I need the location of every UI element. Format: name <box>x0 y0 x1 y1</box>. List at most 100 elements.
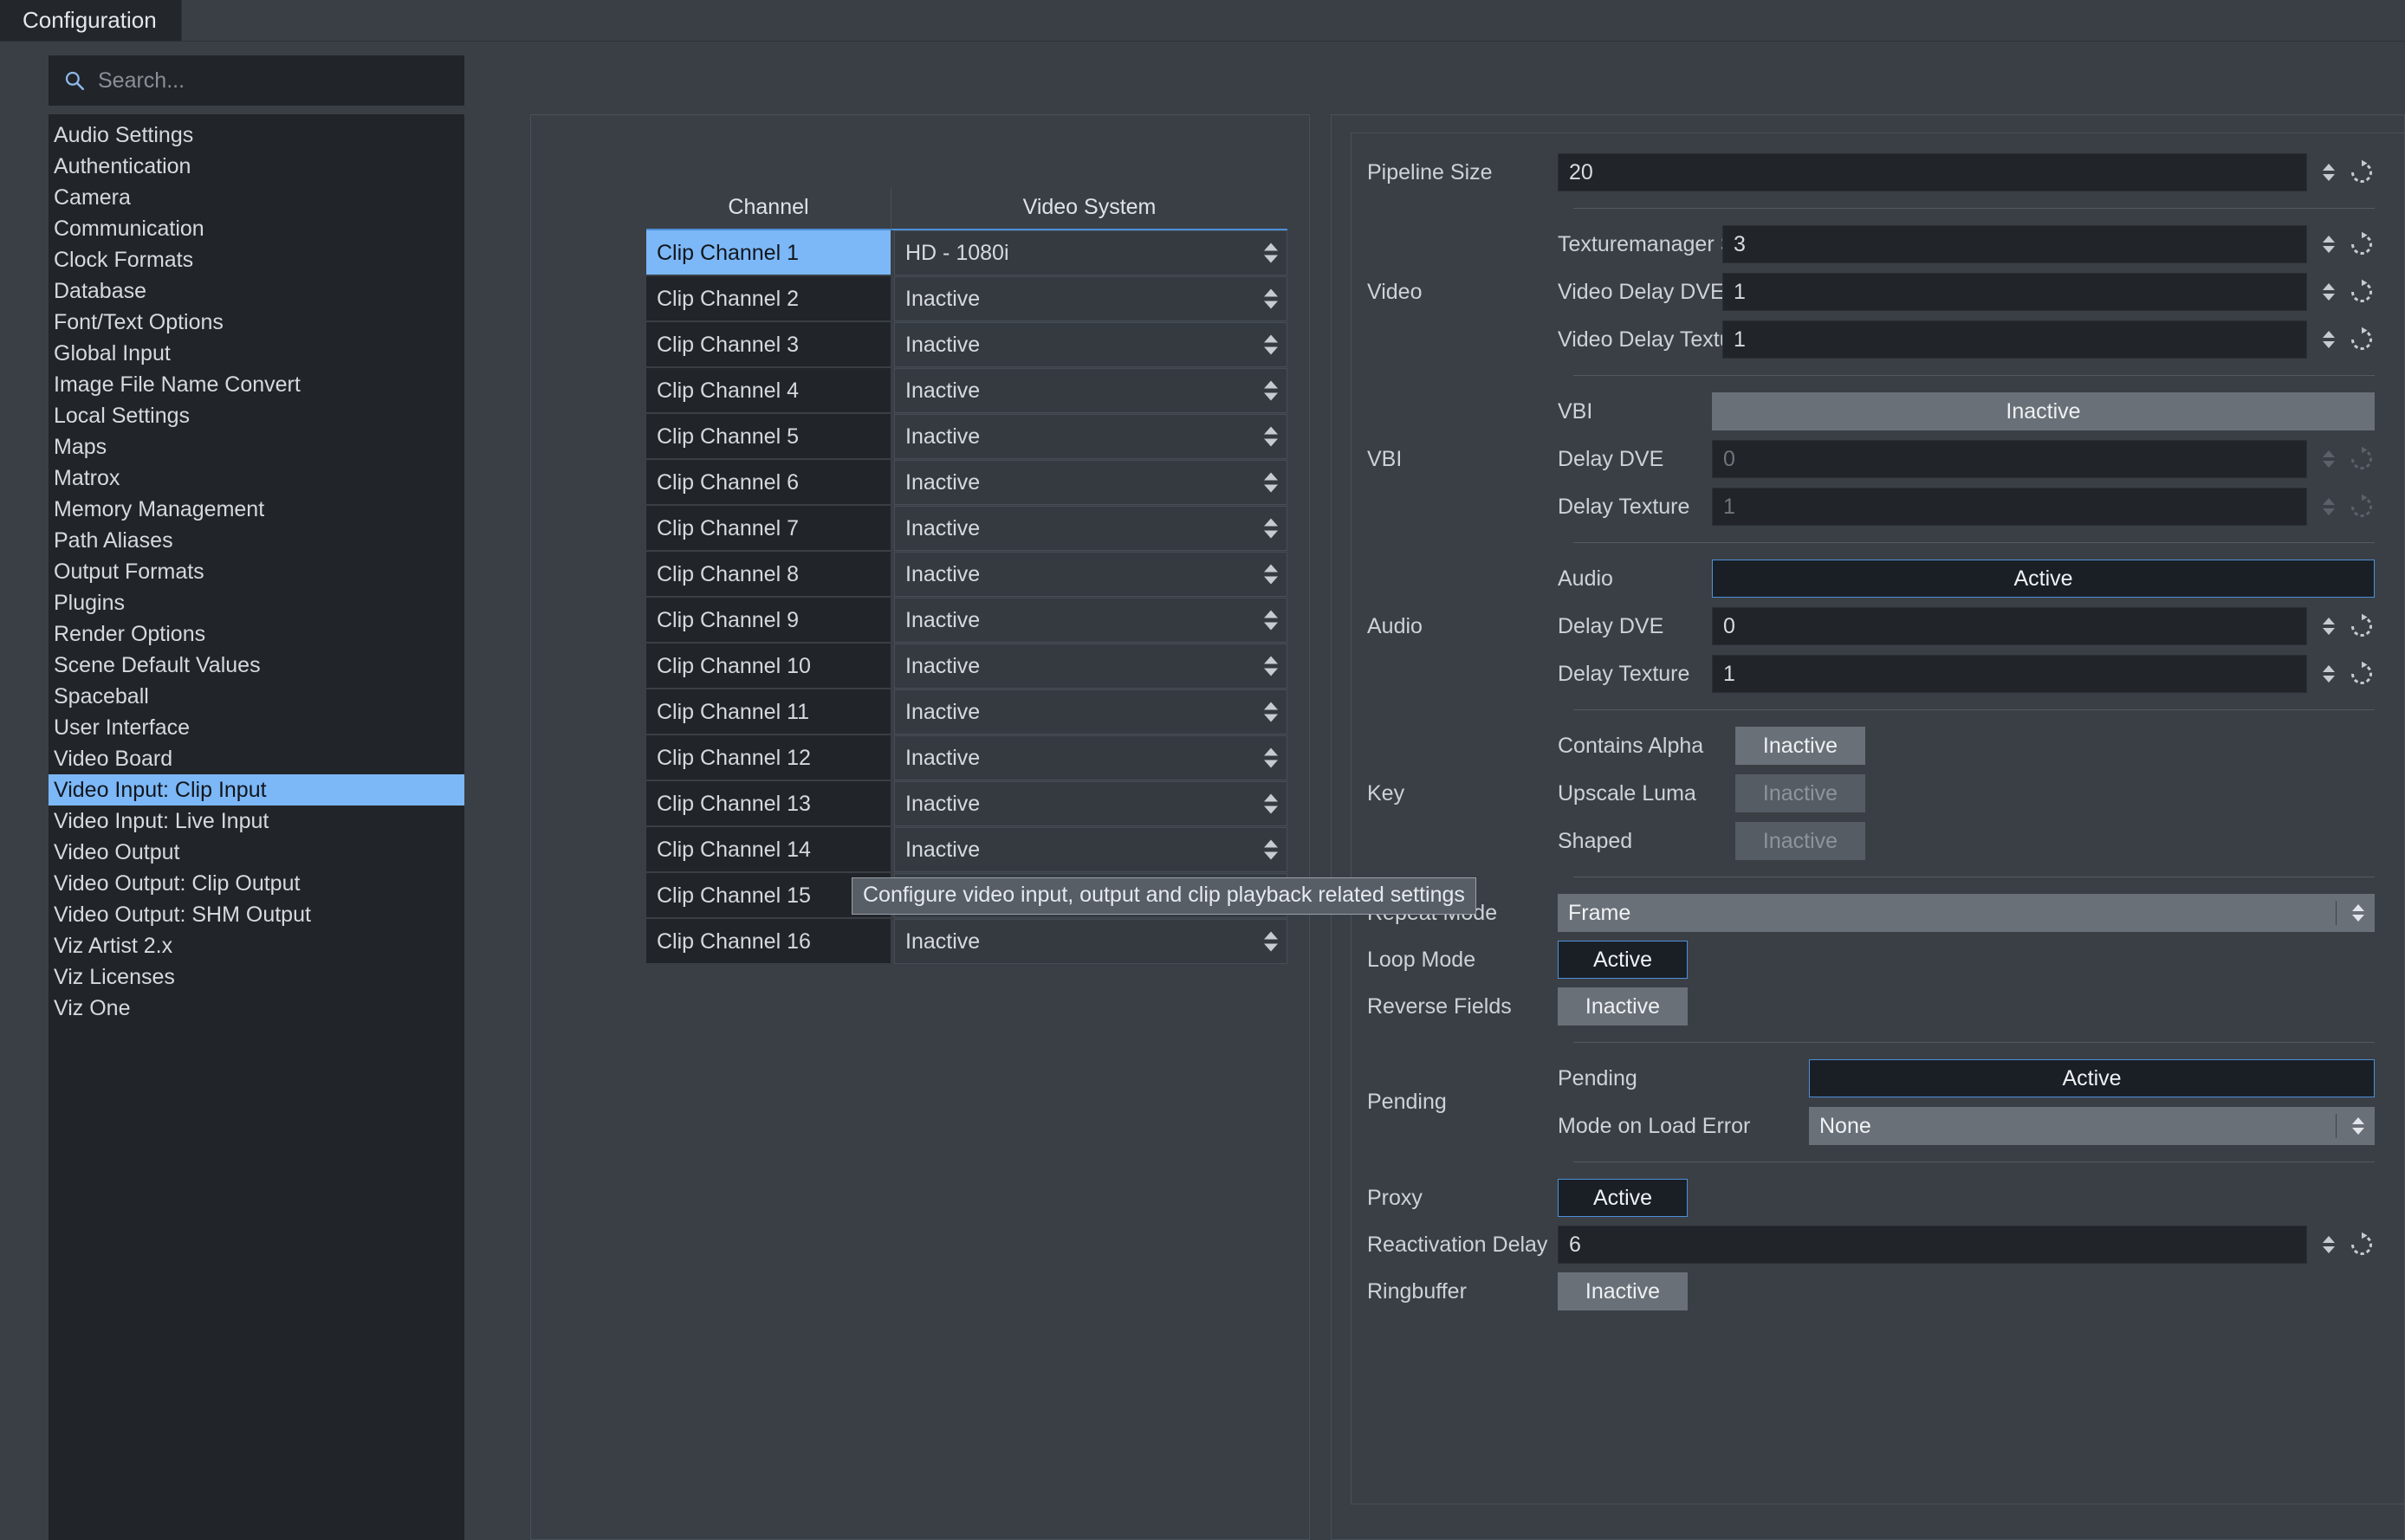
sidebar-item-path-aliases[interactable]: Path Aliases <box>49 525 464 556</box>
channel-name-cell[interactable]: Clip Channel 14 <box>646 827 891 872</box>
channel-name-cell[interactable]: Clip Channel 2 <box>646 276 891 321</box>
video-system-select[interactable]: Inactive <box>894 460 1287 505</box>
channel-name-cell[interactable]: Clip Channel 12 <box>646 735 891 780</box>
video-system-select[interactable]: Inactive <box>894 644 1287 689</box>
video-system-select[interactable]: Inactive <box>894 781 1287 826</box>
contains-alpha-button[interactable]: Inactive <box>1735 727 1865 765</box>
sidebar-item-scene-default-values[interactable]: Scene Default Values <box>49 650 464 681</box>
chevron-updown-icon[interactable] <box>1264 472 1278 493</box>
table-row[interactable]: Clip Channel 5 Inactive <box>646 414 1287 460</box>
table-row[interactable]: Clip Channel 7 Inactive <box>646 506 1287 552</box>
sidebar-item-video-output-clip-output[interactable]: Video Output: Clip Output <box>49 868 464 899</box>
video-system-select[interactable]: HD - 1080i <box>894 230 1287 275</box>
reset-icon[interactable] <box>2349 327 2375 353</box>
video-delay-dve-stepper[interactable] <box>2323 283 2335 301</box>
video-delay-dve-input[interactable]: 1 <box>1722 273 2307 311</box>
chevron-updown-icon[interactable] <box>1264 793 1278 814</box>
reset-icon[interactable] <box>2349 231 2375 257</box>
reset-icon[interactable] <box>2349 159 2375 185</box>
table-row[interactable]: Clip Channel 11 Inactive <box>646 689 1287 735</box>
channel-name-cell[interactable]: Clip Channel 4 <box>646 368 891 413</box>
reset-icon[interactable] <box>2349 279 2375 305</box>
table-row[interactable]: Clip Channel 10 Inactive <box>646 644 1287 689</box>
audio-delay-dve-input[interactable]: 0 <box>1712 607 2307 645</box>
video-system-select[interactable]: Inactive <box>894 322 1287 367</box>
tab-configuration[interactable]: Configuration <box>0 0 182 41</box>
sidebar-item-output-formats[interactable]: Output Formats <box>49 556 464 587</box>
proxy-button[interactable]: Active <box>1558 1179 1688 1217</box>
table-row[interactable]: Clip Channel 14 Inactive <box>646 827 1287 873</box>
sidebar-item-viz-licenses[interactable]: Viz Licenses <box>49 961 464 993</box>
sidebar-item-communication[interactable]: Communication <box>49 213 464 244</box>
table-row[interactable]: Clip Channel 4 Inactive <box>646 368 1287 414</box>
pipeline-size-stepper[interactable] <box>2323 164 2335 181</box>
sidebar-item-audio-settings[interactable]: Audio Settings <box>49 120 464 151</box>
chevron-updown-icon[interactable] <box>2352 1117 2364 1135</box>
sidebar-item-video-input-clip-input[interactable]: Video Input: Clip Input <box>49 774 464 806</box>
channel-name-cell[interactable]: Clip Channel 7 <box>646 506 891 551</box>
video-system-select[interactable]: Inactive <box>894 414 1287 459</box>
channel-name-cell[interactable]: Clip Channel 9 <box>646 598 891 643</box>
video-system-select[interactable]: Inactive <box>894 735 1287 780</box>
sidebar-item-image-file-name-convert[interactable]: Image File Name Convert <box>49 369 464 400</box>
repeat-mode-select[interactable]: Frame <box>1558 894 2375 932</box>
reset-icon[interactable] <box>2349 613 2375 639</box>
reactivation-delay-input[interactable]: 6 <box>1558 1226 2307 1264</box>
table-row[interactable]: Clip Channel 9 Inactive <box>646 598 1287 644</box>
sidebar-item-plugins[interactable]: Plugins <box>49 587 464 618</box>
audio-toggle-button[interactable]: Active <box>1712 560 2375 598</box>
chevron-updown-icon[interactable] <box>1264 610 1278 631</box>
channel-name-cell[interactable]: Clip Channel 11 <box>646 689 891 734</box>
chevron-updown-icon[interactable] <box>1264 334 1278 355</box>
channel-name-cell[interactable]: Clip Channel 10 <box>646 644 891 689</box>
sidebar-item-user-interface[interactable]: User Interface <box>49 712 464 743</box>
channel-name-cell[interactable]: Clip Channel 16 <box>646 919 891 964</box>
channel-name-cell[interactable]: Clip Channel 1 <box>646 230 891 275</box>
video-system-select[interactable]: Inactive <box>894 827 1287 872</box>
sidebar-item-font-text-options[interactable]: Font/Text Options <box>49 307 464 338</box>
chevron-updown-icon[interactable] <box>1264 564 1278 585</box>
texturemanager-size-input[interactable]: 3 <box>1722 225 2307 263</box>
sidebar-item-camera[interactable]: Camera <box>49 182 464 213</box>
sidebar-item-viz-one[interactable]: Viz One <box>49 993 464 1024</box>
texturemanager-size-stepper[interactable] <box>2323 236 2335 253</box>
table-row[interactable]: Clip Channel 1 HD - 1080i <box>646 230 1287 276</box>
chevron-updown-icon[interactable] <box>1264 702 1278 722</box>
search-box[interactable] <box>49 55 464 106</box>
audio-delay-texture-stepper[interactable] <box>2323 665 2335 683</box>
audio-delay-texture-input[interactable]: 1 <box>1712 655 2307 693</box>
video-system-select[interactable]: Inactive <box>894 919 1287 964</box>
vbi-toggle-button[interactable]: Inactive <box>1712 392 2375 430</box>
chevron-updown-icon[interactable] <box>1264 656 1278 676</box>
sidebar-item-spaceball[interactable]: Spaceball <box>49 681 464 712</box>
mode-on-load-error-select[interactable]: None <box>1809 1107 2375 1145</box>
video-system-select[interactable]: Inactive <box>894 506 1287 551</box>
video-system-select[interactable]: Inactive <box>894 276 1287 321</box>
table-row[interactable]: Clip Channel 12 Inactive <box>646 735 1287 781</box>
chevron-updown-icon[interactable] <box>1264 747 1278 768</box>
chevron-updown-icon[interactable] <box>1264 380 1278 401</box>
video-system-select[interactable]: Inactive <box>894 552 1287 597</box>
audio-delay-dve-stepper[interactable] <box>2323 618 2335 635</box>
chevron-updown-icon[interactable] <box>1264 518 1278 539</box>
reset-icon[interactable] <box>2349 1232 2375 1258</box>
loop-mode-button[interactable]: Active <box>1558 941 1688 979</box>
table-row[interactable]: Clip Channel 13 Inactive <box>646 781 1287 827</box>
reverse-fields-button[interactable]: Inactive <box>1558 987 1688 1026</box>
chevron-updown-icon[interactable] <box>1264 288 1278 309</box>
chevron-updown-icon[interactable] <box>1264 243 1278 263</box>
video-system-select[interactable]: Inactive <box>894 368 1287 413</box>
search-input[interactable] <box>98 68 450 94</box>
table-row[interactable]: Clip Channel 3 Inactive <box>646 322 1287 368</box>
reset-icon[interactable] <box>2349 661 2375 687</box>
channel-name-cell[interactable]: Clip Channel 3 <box>646 322 891 367</box>
chevron-updown-icon[interactable] <box>2352 904 2364 922</box>
sidebar-item-memory-management[interactable]: Memory Management <box>49 494 464 525</box>
sidebar-item-global-input[interactable]: Global Input <box>49 338 464 369</box>
table-row[interactable]: Clip Channel 8 Inactive <box>646 552 1287 598</box>
sidebar-item-authentication[interactable]: Authentication <box>49 151 464 182</box>
settings-nav-list[interactable]: Audio Settings Authentication Camera Commun… <box>49 114 464 1540</box>
table-row[interactable]: Clip Channel 16 Inactive <box>646 919 1287 965</box>
channel-name-cell[interactable]: Clip Channel 8 <box>646 552 891 597</box>
sidebar-item-database[interactable]: Database <box>49 275 464 307</box>
